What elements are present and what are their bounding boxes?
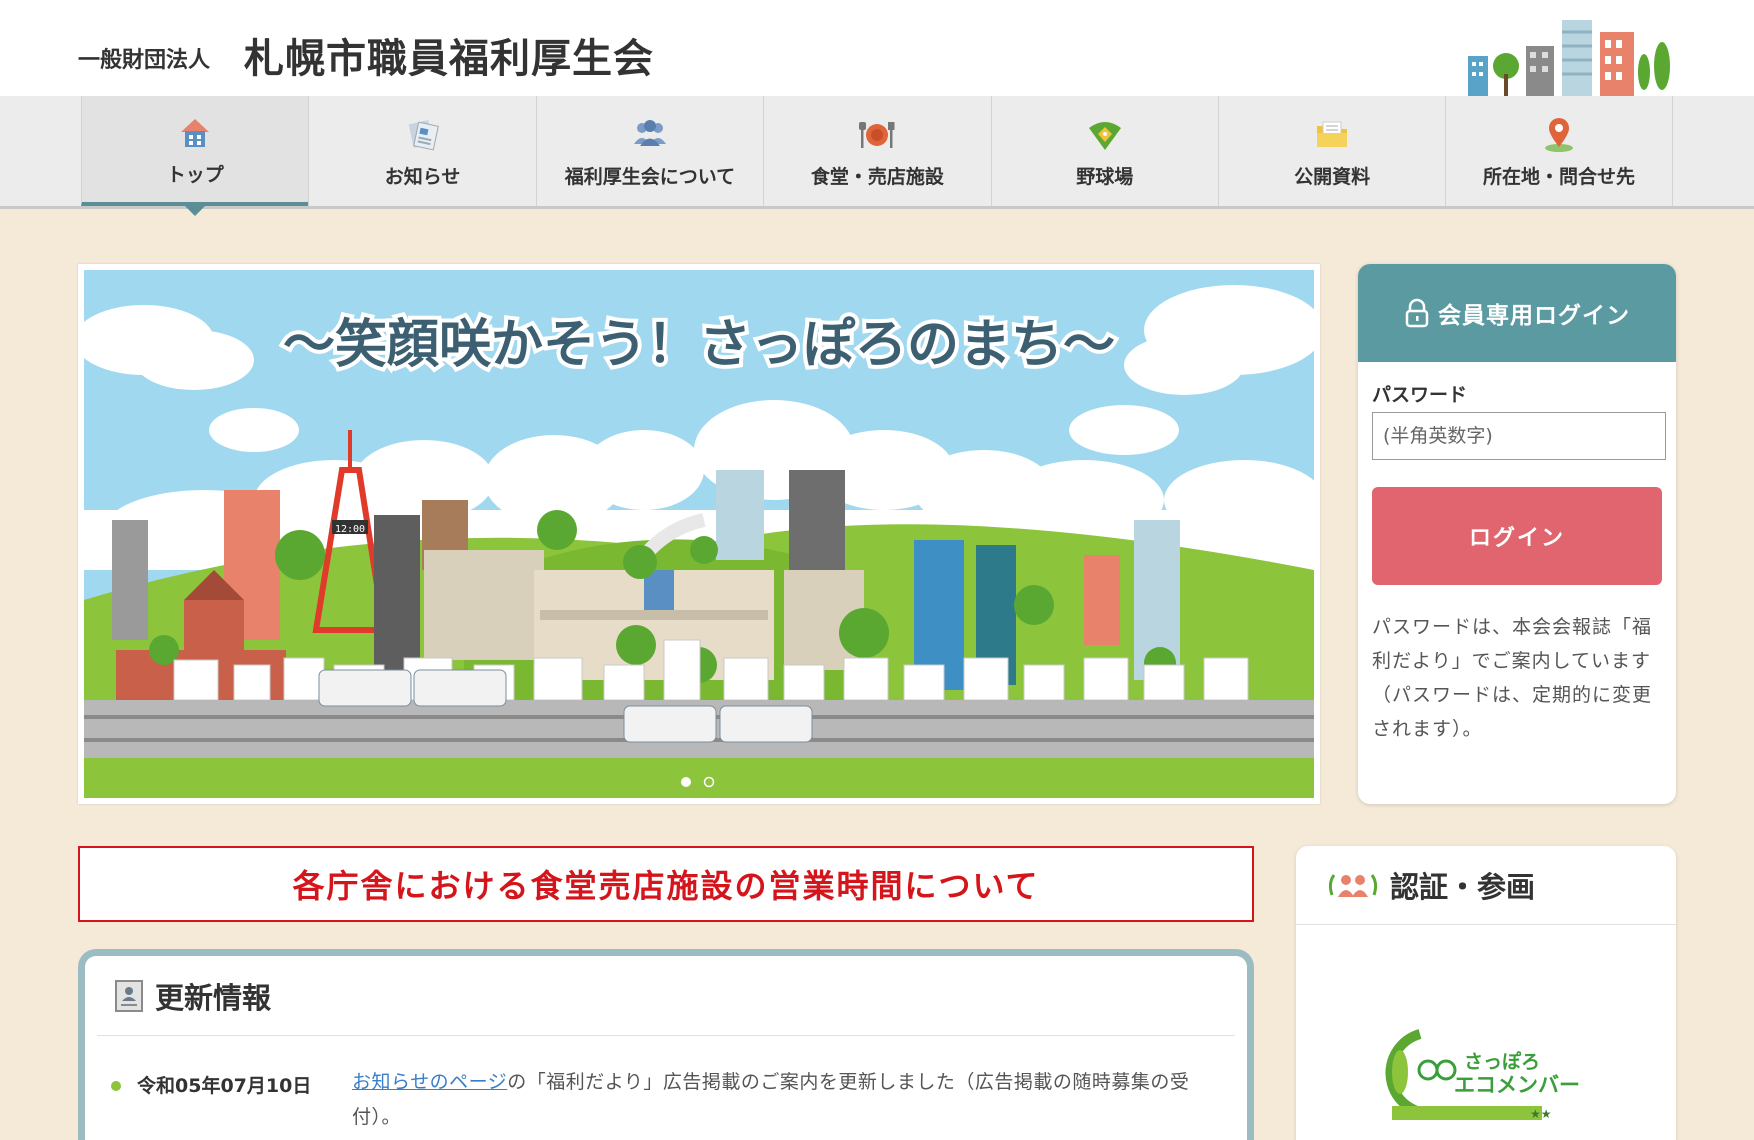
folder-icon — [1317, 121, 1348, 147]
nav-item-contact[interactable]: 所在地・問合せ先 — [1445, 96, 1673, 206]
nav-item-about[interactable]: 福利厚生会について — [535, 96, 763, 206]
nav-label: トップ — [166, 163, 224, 186]
tower-clock: 12:00 — [335, 524, 365, 535]
eco-logo-line2: エコメンバー — [1454, 1073, 1580, 1097]
laurel-people-icon — [1328, 874, 1378, 897]
main-nav: トップ お知らせ 福利厚生会について 食堂・売店施設 野球場 公開資料 所在地・… — [0, 96, 1754, 216]
org-name-logo[interactable]: 札幌市職員福利厚生会 — [244, 26, 654, 84]
notice-text: 各庁舎における食堂売店施設の営業時間について — [292, 867, 1040, 905]
password-label: パスワード — [1372, 384, 1468, 406]
login-button[interactable]: ログイン — [1372, 487, 1662, 585]
nav-item-top[interactable]: トップ — [81, 96, 309, 216]
house-icon — [181, 118, 210, 147]
cert-header: 認証・参画 — [1296, 846, 1676, 925]
nav-label: 公開資料 — [1294, 165, 1371, 188]
nav-label: 所在地・問合せ先 — [1483, 165, 1636, 188]
eco-logo-stars: ★★ — [1530, 1107, 1552, 1121]
map-pin-icon — [1545, 117, 1574, 152]
cert-title: 認証・参画 — [1390, 870, 1536, 904]
password-input[interactable] — [1372, 412, 1666, 460]
org-prefix: 一般財団法人 — [78, 47, 211, 73]
nav-item-baseball[interactable]: 野球場 — [990, 96, 1218, 206]
document-icon — [115, 979, 143, 1012]
nav-label: 福利厚生会について — [564, 165, 736, 188]
bullet-dot-icon — [111, 1081, 121, 1091]
hero-slider[interactable]: 〜笑顔咲かそう！さっぽろのまち〜 12:00 — [78, 264, 1320, 804]
dining-hours-notice-banner[interactable]: 各庁舎における食堂売店施設の営業時間について — [78, 846, 1254, 922]
slider-dot-1 — [681, 777, 691, 787]
news-page-link[interactable]: お知らせのページ — [352, 1071, 507, 1093]
nav-label: お知らせ — [384, 165, 461, 188]
update-text: お知らせのページの「福利だより」広告掲載のご案内を更新しました（広告掲載の随時募… — [352, 1065, 1212, 1135]
nav-item-dining[interactable]: 食堂・売店施設 — [763, 96, 990, 206]
certification-panel: 認証・参画 さっぽろ エコメンバー ★★ — [1296, 846, 1676, 1140]
login-title: 会員専用ログイン — [1438, 303, 1630, 329]
updates-panel: 更新情報 令和05年07月10日 お知らせのページの「福利だより」広告掲載のご案… — [78, 949, 1254, 1140]
eco-logo-line1: さっぽろ — [1464, 1050, 1540, 1073]
sapporo-eco-member-logo[interactable]: さっぽろ エコメンバー ★★ — [1382, 1022, 1592, 1122]
site-header: 一般財団法人 札幌市職員福利厚生会 — [0, 0, 1754, 96]
lock-icon — [1405, 298, 1429, 328]
baseball-field-icon — [1088, 121, 1121, 150]
people-icon — [633, 119, 666, 146]
newspaper-icon — [408, 119, 439, 150]
city-skyline-icon — [1468, 20, 1670, 96]
login-header: 会員専用ログイン — [1358, 264, 1676, 362]
login-note: パスワードは、本会会報誌「福利だより」でご案内しています（パスワードは、定期的に… — [1372, 616, 1653, 740]
updates-title: 更新情報 — [155, 980, 272, 1015]
member-login-panel: 会員専用ログイン パスワード ログイン パスワードは、本会会報誌「福利だより」で… — [1358, 264, 1676, 804]
nav-label: 野球場 — [1076, 165, 1134, 188]
city-illustration: 〜笑顔咲かそう！さっぽろのまち〜 12:00 — [84, 270, 1314, 798]
updates-header: 更新情報 — [97, 956, 1235, 1036]
dining-icon — [859, 121, 895, 148]
update-date: 令和05年07月10日 — [137, 1075, 312, 1097]
nav-label: 食堂・売店施設 — [810, 165, 944, 188]
slider-headline: 〜笑顔咲かそう！さっぽろのまち〜 — [283, 315, 1115, 375]
nav-item-news[interactable]: お知らせ — [308, 96, 535, 206]
nav-item-documents[interactable]: 公開資料 — [1217, 96, 1445, 206]
